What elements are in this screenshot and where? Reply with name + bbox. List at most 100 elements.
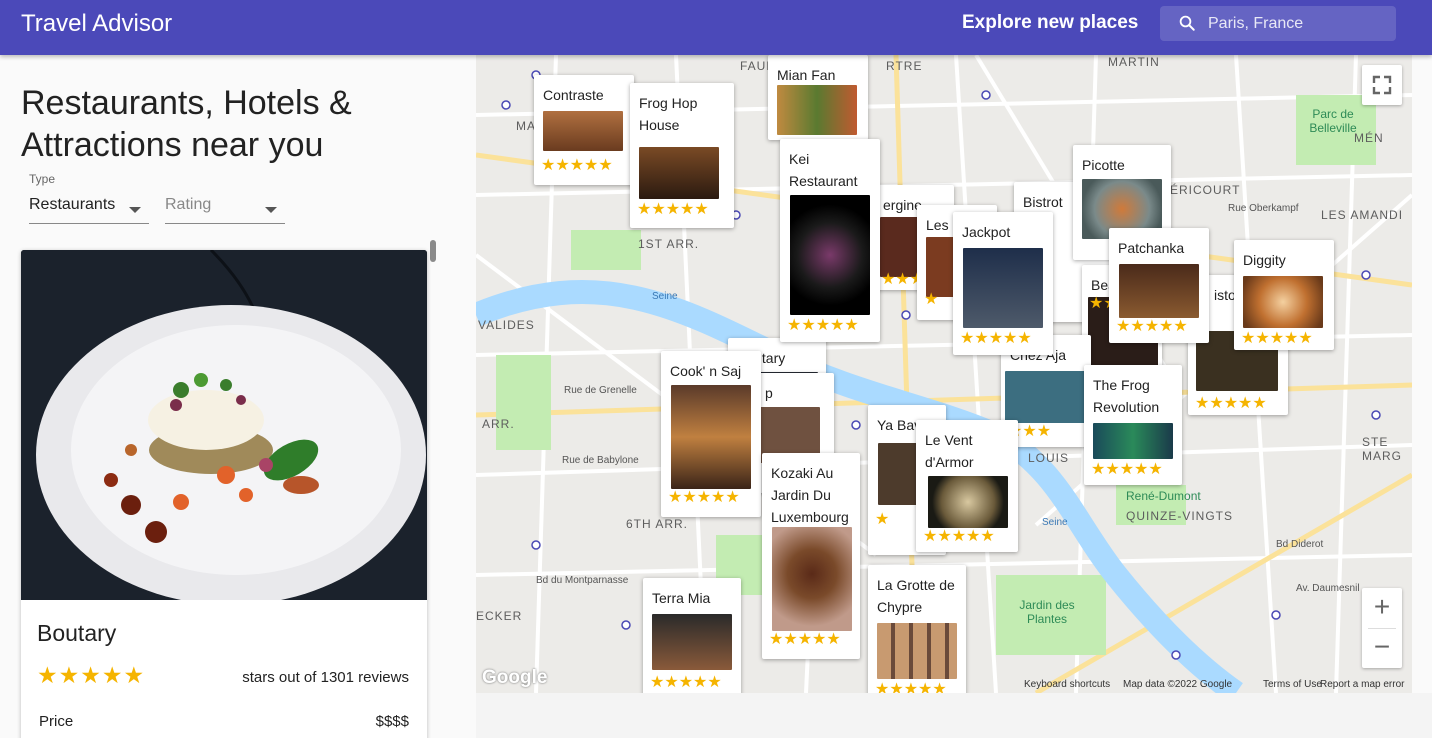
keyboard-shortcuts-link[interactable]: Keyboard shortcuts <box>1024 679 1110 690</box>
place-name: Boutary <box>37 620 117 646</box>
pin-photo <box>1243 276 1323 328</box>
pin-stars: ★★★★★ <box>637 201 709 218</box>
pin-photo <box>963 248 1043 328</box>
pin-stars: ★★★★★ <box>960 330 1032 347</box>
pin-title: Bistrot <box>1023 194 1063 210</box>
map-label: Jardin des Plantes <box>1019 598 1075 626</box>
price-value: $$$$ <box>375 713 409 730</box>
map-pin[interactable]: La Grotte de Chypre ★★★★★ <box>868 565 966 693</box>
pin-stars: ★★★★★ <box>875 681 947 693</box>
map-label: STE MARG <box>1362 435 1402 463</box>
report-error-link[interactable]: Report a map error <box>1320 679 1404 690</box>
pin-photo <box>772 527 852 631</box>
map-data-text: Map data ©2022 Google <box>1123 679 1233 690</box>
search-input[interactable] <box>1208 6 1388 41</box>
map-pin[interactable]: Terra Mia ★★★★★ <box>643 578 741 693</box>
pin-photo <box>1093 423 1173 459</box>
dropdown-arrow-icon <box>265 207 277 213</box>
pin-photo <box>880 217 920 277</box>
explore-label: Explore new places <box>962 12 1139 33</box>
pin-photo <box>543 111 623 151</box>
map-label: Bd Diderot <box>1276 539 1324 550</box>
zoom-controls: + − <box>1362 588 1402 668</box>
type-select-value: Restaurants <box>29 196 116 213</box>
app-title: Travel Advisor <box>21 10 173 37</box>
pin-title: Patchanka <box>1118 240 1185 256</box>
zoom-in-button[interactable]: + <box>1362 588 1402 628</box>
rating-select-box[interactable]: Rating <box>165 184 285 224</box>
app-bar: Travel Advisor Explore new places <box>0 0 1432 55</box>
pin-title: Diggity <box>1243 252 1286 268</box>
map-label: MA <box>516 119 536 133</box>
plated-dish-image <box>21 250 427 600</box>
map-label: MÉN <box>1354 131 1384 145</box>
pin-photo <box>639 147 719 199</box>
map-label: Rue Oberkampf <box>1228 203 1299 214</box>
pin-title: Kozaki Au Jardin Du Luxembourg <box>771 465 849 525</box>
pin-stars: ★ <box>875 511 890 528</box>
map-label: QUINZE-VINGTS <box>1126 509 1234 523</box>
search-icon <box>1179 15 1195 31</box>
pin-photo <box>777 85 857 135</box>
map-pin[interactable]: Frog Hop House ★★★★★ <box>630 83 734 228</box>
page-footer-area <box>476 693 1432 738</box>
page-title: Restaurants, Hotels & Attractions near y… <box>21 84 352 164</box>
pin-stars: ★★★★★ <box>1241 330 1313 347</box>
pin-title: Le Vent d'Armor <box>925 432 974 470</box>
list-scrollbar[interactable] <box>430 240 436 262</box>
map-pin[interactable]: Jackpot ★★★★★ <box>953 212 1053 355</box>
map-view[interactable]: MARTIN Parc de Belleville MÉN ÉRICOURT R… <box>476 55 1412 693</box>
pin-title: Kei Restaurant <box>789 151 858 189</box>
map-label: LES AMANDI <box>1321 208 1404 222</box>
terms-link[interactable]: Terms of Use <box>1263 679 1322 690</box>
rating-select-value: Rating <box>165 196 212 213</box>
pin-stars: ★★★★★ <box>1195 395 1267 412</box>
pin-title: Cook' n Saj <box>670 363 742 379</box>
map-label: MARTIN <box>1108 55 1160 69</box>
pin-title: Mian Fan <box>777 67 836 83</box>
pin-photo <box>671 385 751 489</box>
map-label: Rue de Babylone <box>562 455 639 466</box>
map-label: 6TH ARR. <box>626 517 689 531</box>
place-card[interactable]: Boutary ★★★★★ stars out of 1301 reviews … <box>21 250 427 738</box>
google-logo: Google <box>482 667 548 688</box>
map-label: Bd du Montparnasse <box>536 575 629 586</box>
map-label: ARR. <box>482 417 515 431</box>
map-pin[interactable]: Contraste ★★★★★ <box>534 75 634 185</box>
pin-title: Picotte <box>1082 157 1125 173</box>
map-label: René-Dumont <box>1126 489 1201 503</box>
map-pin[interactable]: The Frog Revolution ★★★★★ <box>1084 365 1182 485</box>
pin-title: La Grotte de Chypre <box>877 577 955 615</box>
fullscreen-icon <box>1372 75 1392 95</box>
map-label: ECKER <box>476 609 523 623</box>
pin-photo <box>928 476 1008 528</box>
map-label: Seine <box>1042 517 1068 528</box>
pin-stars: ★★★★★ <box>541 157 613 174</box>
pin-stars: ★★★★★ <box>769 631 841 648</box>
pin-stars: ★★★★★ <box>787 317 859 334</box>
pin-title: Contraste <box>543 87 604 103</box>
search-box[interactable] <box>1160 6 1396 41</box>
type-select[interactable]: Type Restaurants <box>29 172 149 224</box>
price-label: Price <box>39 713 74 730</box>
map-label: LOUIS <box>1028 451 1070 465</box>
map-pin[interactable]: Patchanka ★★★★★ <box>1109 228 1209 343</box>
zoom-out-button[interactable]: − <box>1362 628 1402 668</box>
pin-title: Ya Bav <box>877 417 922 433</box>
map-pin[interactable]: Diggity ★★★★★ <box>1234 240 1334 350</box>
fullscreen-button[interactable] <box>1362 65 1402 105</box>
place-photo <box>21 250 427 600</box>
pin-title: p <box>765 385 773 401</box>
list-panel: Restaurants, Hotels & Attractions near y… <box>0 55 476 738</box>
map-pin[interactable]: Mian Fan <box>768 55 868 140</box>
map-pin[interactable]: Le Vent d'Armor ★★★★★ <box>916 420 1018 552</box>
map-label: ÉRICOURT <box>1170 183 1241 197</box>
pin-stars: ★★★★★ <box>923 528 995 545</box>
map-pin[interactable]: Kozaki Au Jardin Du Luxembourg ★★★★★ <box>762 453 860 659</box>
map-pin[interactable]: Cook' n Saj ★★★★★ <box>661 351 761 517</box>
pin-title: The Frog Revolution <box>1093 377 1160 415</box>
map-pin[interactable]: Kei Restaurant ★★★★★ <box>780 139 880 342</box>
pin-title: Jackpot <box>962 224 1011 240</box>
map-label: Rue de Grenelle <box>564 385 637 396</box>
type-select-box[interactable]: Restaurants <box>29 184 149 224</box>
